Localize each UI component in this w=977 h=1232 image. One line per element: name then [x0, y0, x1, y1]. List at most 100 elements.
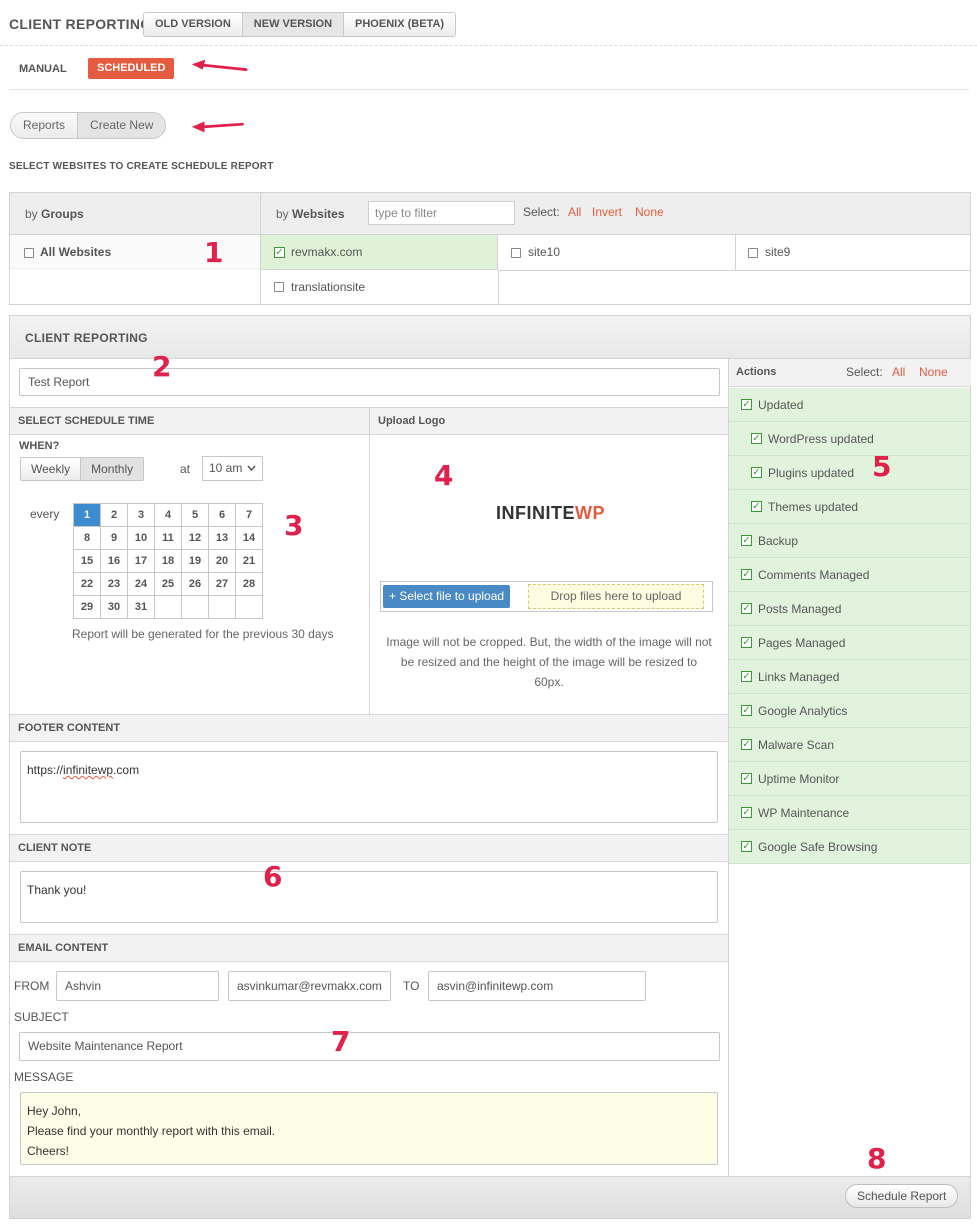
site-checkbox[interactable] [274, 282, 284, 292]
action-item[interactable]: ✓ WP Maintenance [729, 796, 970, 830]
action-item[interactable]: ✓ Backup [729, 524, 970, 558]
calendar-day[interactable]: 10 [128, 527, 155, 550]
footer-content-textarea[interactable]: https://infinitewp.com [20, 751, 718, 823]
calendar-day[interactable]: 9 [101, 527, 128, 550]
all-websites-checkbox[interactable] [24, 248, 34, 258]
checked-checkbox-icon[interactable]: ✓ [741, 637, 752, 648]
tab-manual[interactable]: MANUAL [19, 63, 67, 75]
checked-checkbox-icon[interactable]: ✓ [751, 467, 762, 478]
site-checkbox[interactable] [511, 248, 521, 258]
calendar-day[interactable]: 2 [101, 504, 128, 527]
calendar-day[interactable]: 15 [74, 550, 101, 573]
filter-input[interactable]: type to filter [368, 201, 515, 225]
action-label: Google Analytics [758, 704, 848, 718]
checked-checkbox-icon[interactable]: ✓ [741, 807, 752, 818]
weekly-button[interactable]: Weekly [21, 458, 81, 480]
calendar-day[interactable]: 19 [182, 550, 209, 573]
action-item[interactable]: ✓ Google Safe Browsing [729, 830, 970, 864]
checked-checkbox-icon[interactable]: ✓ [741, 773, 752, 784]
report-name-input[interactable]: Test Report [19, 368, 720, 396]
calendar-day[interactable]: 4 [155, 504, 182, 527]
checked-checkbox-icon[interactable]: ✓ [741, 841, 752, 852]
calendar-day[interactable]: 12 [182, 527, 209, 550]
checked-checkbox-icon[interactable]: ✓ [741, 739, 752, 750]
client-note-textarea[interactable]: Thank you! [20, 871, 718, 923]
select-none-sites-link[interactable]: None [635, 205, 664, 219]
from-email-input[interactable]: asvinkumar@revmakx.com [228, 971, 391, 1001]
action-item[interactable]: ✓ Google Analytics [729, 694, 970, 728]
action-label: Plugins updated [768, 466, 855, 480]
reports-button[interactable]: Reports [11, 113, 78, 138]
action-item[interactable]: ✓ Posts Managed [729, 592, 970, 626]
calendar-day[interactable]: 17 [128, 550, 155, 573]
action-item[interactable]: ✓ Themes updated [729, 490, 970, 524]
subject-input[interactable]: Website Maintenance Report [19, 1032, 720, 1061]
checked-checkbox-icon[interactable]: ✓ [274, 247, 285, 258]
checked-checkbox-icon[interactable]: ✓ [741, 535, 752, 546]
calendar-day[interactable]: 8 [74, 527, 101, 550]
monthly-button[interactable]: Monthly [80, 458, 144, 480]
calendar-day[interactable]: 5 [182, 504, 209, 527]
calendar-day[interactable]: 7 [236, 504, 263, 527]
calendar-day[interactable]: 3 [128, 504, 155, 527]
select-file-button[interactable]: + Select file to upload [383, 585, 511, 608]
select-all-sites-link[interactable]: All [568, 205, 581, 219]
site-label[interactable]: site9 [765, 245, 790, 259]
action-item[interactable]: ✓ Updated [729, 388, 970, 422]
action-item[interactable]: ✓ Comments Managed [729, 558, 970, 592]
actions-select-none-link[interactable]: None [919, 365, 948, 379]
calendar-day[interactable]: 27 [209, 573, 236, 596]
calendar-day[interactable]: 30 [101, 596, 128, 619]
from-name-input[interactable]: Ashvin [56, 971, 219, 1001]
checked-checkbox-icon[interactable]: ✓ [741, 671, 752, 682]
action-item[interactable]: ✓ Links Managed [729, 660, 970, 694]
site-label[interactable]: site10 [528, 245, 560, 259]
calendar-day[interactable]: 20 [209, 550, 236, 573]
action-item[interactable]: ✓ WordPress updated [729, 422, 970, 456]
checked-checkbox-icon[interactable]: ✓ [741, 603, 752, 614]
tab-new-version[interactable]: NEW VERSION [242, 13, 345, 36]
calendar-day[interactable]: 28 [236, 573, 263, 596]
calendar-day[interactable]: 1 [74, 504, 101, 527]
calendar-day[interactable]: 22 [74, 573, 101, 596]
checked-checkbox-icon[interactable]: ✓ [741, 705, 752, 716]
checked-checkbox-icon[interactable]: ✓ [741, 399, 752, 410]
calendar-empty-cell [236, 596, 263, 619]
calendar-day[interactable]: 24 [128, 573, 155, 596]
tab-old-version[interactable]: OLD VERSION [144, 13, 243, 36]
to-email-input[interactable]: asvin@infinitewp.com [428, 971, 646, 1001]
select-invert-link[interactable]: Invert [592, 205, 622, 219]
schedule-report-button[interactable]: Schedule Report [845, 1184, 959, 1208]
calendar-day[interactable]: 14 [236, 527, 263, 550]
calendar-day[interactable]: 13 [209, 527, 236, 550]
checked-checkbox-icon[interactable]: ✓ [751, 501, 762, 512]
calendar-day[interactable]: 29 [74, 596, 101, 619]
drop-zone[interactable]: Drop files here to upload [528, 584, 704, 609]
action-item[interactable]: ✓ Plugins updated [729, 456, 970, 490]
tab-phoenix-beta[interactable]: PHOENIX (BETA) [344, 13, 456, 36]
client-reporting-panel: CLIENT REPORTING Test Report SELECT SCHE… [9, 315, 971, 1219]
site-label[interactable]: translationsite [291, 280, 365, 294]
action-item[interactable]: ✓ Uptime Monitor [729, 762, 970, 796]
action-label: WP Maintenance [758, 806, 850, 820]
calendar-day[interactable]: 16 [101, 550, 128, 573]
checked-checkbox-icon[interactable]: ✓ [741, 569, 752, 580]
infinitewp-logo: INFINITEWP [496, 503, 605, 523]
calendar-day[interactable]: 6 [209, 504, 236, 527]
calendar-day[interactable]: 11 [155, 527, 182, 550]
actions-select-all-link[interactable]: All [892, 365, 905, 379]
message-textarea[interactable]: Hey John, Please find your monthly repor… [20, 1092, 718, 1165]
checked-checkbox-icon[interactable]: ✓ [751, 433, 762, 444]
action-item[interactable]: ✓ Malware Scan [729, 728, 970, 762]
calendar-day[interactable]: 25 [155, 573, 182, 596]
calendar-day[interactable]: 18 [155, 550, 182, 573]
create-new-button[interactable]: Create New [77, 113, 166, 138]
site-checkbox[interactable] [748, 248, 758, 258]
calendar-day[interactable]: 31 [128, 596, 155, 619]
calendar-day[interactable]: 26 [182, 573, 209, 596]
time-select[interactable]: 10 am [202, 456, 263, 481]
tab-scheduled[interactable]: SCHEDULED [88, 58, 175, 79]
calendar-day[interactable]: 23 [101, 573, 128, 596]
action-item[interactable]: ✓ Pages Managed [729, 626, 970, 660]
calendar-day[interactable]: 21 [236, 550, 263, 573]
